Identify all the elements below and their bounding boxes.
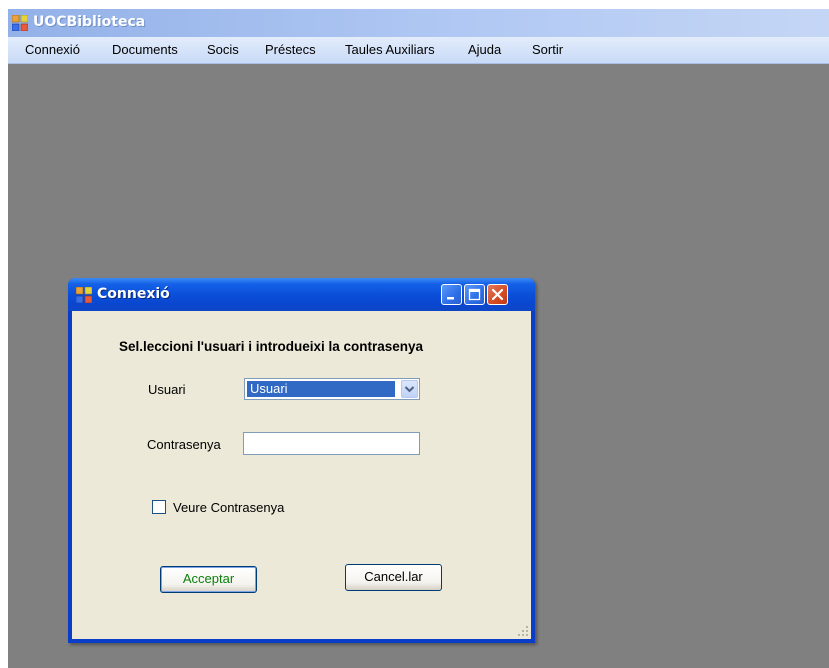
minimize-icon xyxy=(447,297,454,300)
password-input[interactable] xyxy=(243,432,420,455)
dialog-body: Sel.leccioni l'usuari i introdueixi la c… xyxy=(72,311,531,639)
user-select[interactable]: Usuari xyxy=(244,378,420,400)
menu-connexio[interactable]: Connexió xyxy=(25,42,80,57)
maximize-icon xyxy=(468,288,481,301)
connexio-dialog: Connexió Sel.leccioni l'usuari i introdu… xyxy=(68,278,535,643)
show-password-checkbox[interactable] xyxy=(152,500,166,514)
show-password-label[interactable]: Veure Contrasenya xyxy=(173,500,284,515)
dialog-titlebar[interactable]: Connexió xyxy=(68,278,535,311)
main-window-title: UOCBiblioteca xyxy=(33,14,146,30)
user-select-dropdown-button[interactable] xyxy=(401,380,418,398)
user-select-value: Usuari xyxy=(247,381,395,397)
close-icon xyxy=(491,288,504,301)
menu-prestecs[interactable]: Préstecs xyxy=(265,42,316,57)
menu-socis[interactable]: Socis xyxy=(207,42,239,57)
password-label: Contrasenya xyxy=(147,437,221,452)
user-label: Usuari xyxy=(148,382,186,397)
menu-documents[interactable]: Documents xyxy=(112,42,178,57)
cancel-button[interactable]: Cancel.lar xyxy=(345,564,442,591)
dialog-title: Connexió xyxy=(97,286,170,302)
main-titlebar[interactable]: UOCBiblioteca xyxy=(8,9,829,37)
close-button[interactable] xyxy=(487,284,508,305)
app-window-icon xyxy=(76,287,92,303)
menu-taules-auxiliars[interactable]: Taules Auxiliars xyxy=(345,42,435,57)
menu-sortir[interactable]: Sortir xyxy=(532,42,563,57)
chevron-down-icon xyxy=(404,386,415,393)
instruction-text: Sel.leccioni l'usuari i introdueixi la c… xyxy=(119,339,424,354)
menu-bar: Connexió Documents Socis Préstecs Taules… xyxy=(8,37,829,64)
app-window-icon xyxy=(12,15,28,31)
menu-ajuda[interactable]: Ajuda xyxy=(468,42,501,57)
maximize-button[interactable] xyxy=(464,284,485,305)
accept-button[interactable]: Acceptar xyxy=(160,566,257,593)
minimize-button[interactable] xyxy=(441,284,462,305)
resize-grip-icon[interactable] xyxy=(517,625,529,637)
